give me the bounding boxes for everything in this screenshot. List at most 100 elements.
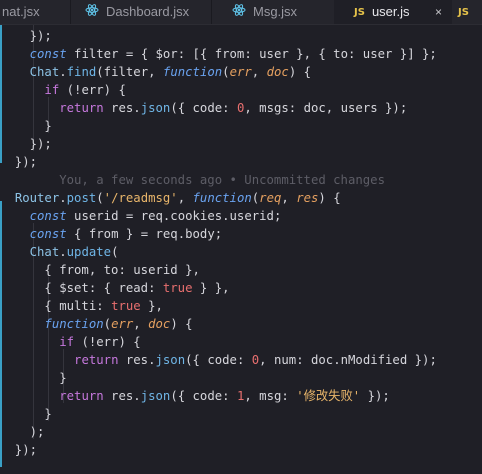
code-line: return res.json({ code: 1, msg: '修改失败' }…	[0, 387, 390, 405]
code-token: const	[29, 47, 67, 61]
js-icon: JS	[458, 6, 469, 18]
code-token: '/readmsg'	[103, 191, 178, 205]
code-token: return	[59, 101, 104, 115]
code-token: true	[111, 299, 141, 313]
code-token: const	[29, 227, 67, 241]
code-token: (	[96, 191, 104, 205]
tab-label: Dashboard.jsx	[106, 4, 190, 19]
code-token: return	[74, 353, 119, 367]
code-token: ) {	[318, 191, 341, 205]
code-line: }	[0, 117, 52, 135]
tab-bar: nat.jsx Dashboard.jsx Msg.jsx JS user.js …	[0, 0, 482, 25]
code-token: });	[360, 389, 390, 403]
code-token: ) {	[288, 65, 312, 79]
code-token: doc	[266, 65, 289, 79]
code-token: ({ code:	[170, 101, 237, 115]
code-token: Chat	[29, 245, 60, 259]
code-token: find	[66, 65, 97, 79]
close-icon[interactable]: ×	[435, 0, 442, 24]
react-icon	[85, 1, 99, 25]
code-line: });	[0, 153, 37, 171]
code-token: err	[111, 317, 134, 331]
code-token: );	[0, 425, 45, 439]
code-token: err	[229, 65, 252, 79]
code-token: res.	[103, 389, 141, 403]
code-token: doc	[148, 317, 171, 331]
code-token: post	[66, 191, 97, 205]
code-line: { $set: { read: true } },	[0, 279, 230, 297]
git-blame-annotation: You, a few seconds ago • Uncommitted cha…	[0, 171, 385, 189]
code-token: update	[66, 245, 112, 259]
code-token: { from } = req.body;	[66, 227, 223, 241]
code-line: function(err, doc) {	[0, 315, 193, 333]
code-line: if (!err) {	[0, 81, 126, 99]
code-token: .	[59, 65, 67, 79]
code-line: Router.post('/readmsg', function(req, re…	[0, 189, 341, 207]
tab-dashboard[interactable]: Dashboard.jsx	[71, 0, 211, 24]
code-token: ,	[251, 65, 267, 79]
code-line: });	[0, 27, 52, 45]
code-token: function	[192, 191, 252, 205]
code-token: });	[0, 137, 52, 151]
code-token: Chat	[29, 65, 60, 79]
code-token: { multi:	[0, 299, 112, 313]
code-token: json	[155, 353, 186, 367]
code-line: );	[0, 423, 45, 441]
code-line: Chat.find(filter, function(err, doc) {	[0, 63, 311, 81]
code-token: (!err) {	[59, 83, 126, 97]
code-token: ) {	[170, 317, 193, 331]
code-token: function	[162, 65, 223, 79]
code-token: res.	[118, 353, 156, 367]
code-token: res	[296, 191, 319, 205]
code-token: });	[0, 443, 38, 457]
code-token: ,	[281, 191, 297, 205]
code-token: You, a few seconds ago • Uncommitted cha…	[0, 173, 385, 187]
code-line: { multi: true },	[0, 297, 163, 315]
code-line: if (!err) {	[0, 333, 140, 351]
tab-chat[interactable]: nat.jsx	[0, 0, 70, 24]
code-token: json	[140, 101, 171, 115]
tab-user-js[interactable]: JS user.js ×	[334, 0, 452, 24]
code-line: Chat.update(	[0, 243, 119, 261]
code-token: }	[0, 119, 52, 133]
code-line: });	[0, 135, 52, 153]
code-token: (filter,	[96, 65, 163, 79]
code-token: ({ code:	[185, 353, 252, 367]
code-token: , msgs: doc, users });	[244, 101, 408, 115]
code-token: .	[59, 191, 67, 205]
react-icon	[232, 1, 246, 25]
code-token: function	[44, 317, 104, 331]
code-token: if	[44, 83, 60, 97]
tab-label: Msg.jsx	[253, 4, 298, 19]
code-token: { $set: { read:	[0, 281, 163, 295]
tab-msg[interactable]: Msg.jsx	[212, 0, 334, 24]
code-token: userid = req.cookies.userid;	[66, 209, 282, 223]
code-line: const userid = req.cookies.userid;	[0, 207, 282, 225]
code-token: filter = { $or: [{ from: user }, { to: u…	[66, 47, 437, 61]
code-token: .	[59, 245, 67, 259]
code-token: json	[140, 389, 171, 403]
code-editor[interactable]: }); const filter = { $or: [{ from: user …	[0, 25, 482, 474]
code-token: { from, to: userid },	[0, 263, 200, 277]
code-token: ,	[133, 317, 149, 331]
code-line: const filter = { $or: [{ from: user }, {…	[0, 45, 437, 63]
code-token: },	[140, 299, 163, 313]
code-line: return res.json({ code: 0, msgs: doc, us…	[0, 99, 407, 117]
code-token: }	[0, 371, 67, 385]
tab-label: user.js	[371, 4, 410, 19]
code-token: } },	[192, 281, 230, 295]
code-token: });	[0, 29, 52, 43]
code-token: });	[0, 155, 38, 169]
code-line: });	[0, 441, 37, 459]
code-token: return	[59, 389, 104, 403]
code-line: }	[0, 405, 51, 423]
tab-next[interactable]: JS	[452, 0, 482, 24]
